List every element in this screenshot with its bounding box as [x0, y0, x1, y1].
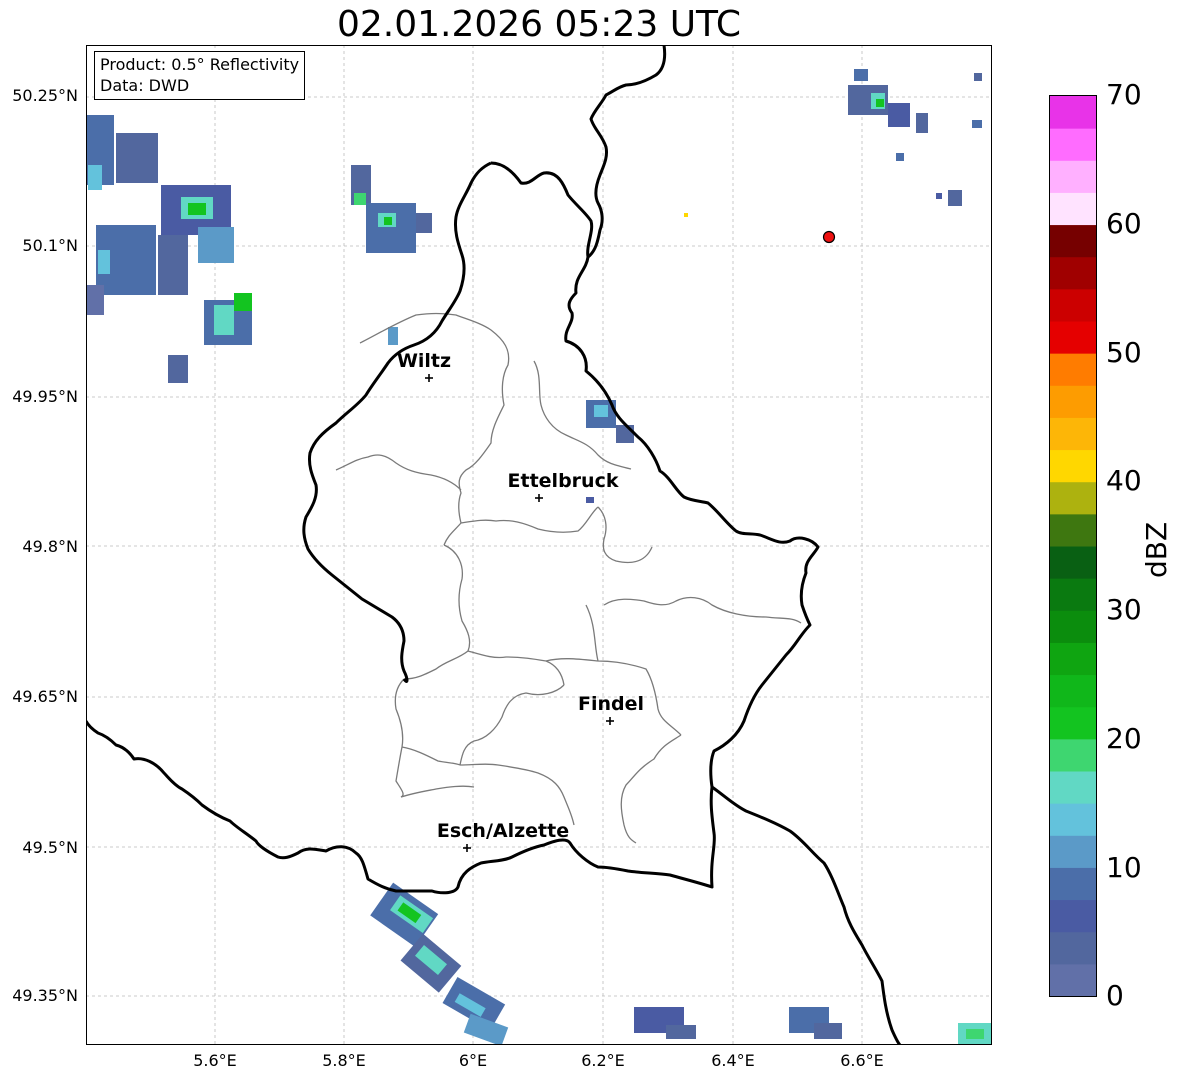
lon-label: 6.2°E: [581, 1051, 625, 1070]
colorbar-tick: 50: [1106, 336, 1142, 369]
city-label-esch: Esch/Alzette: [436, 820, 570, 842]
lat-label: 49.35°N: [12, 986, 78, 1005]
echo-cluster-south: [370, 882, 509, 1045]
radar-map[interactable]: [86, 45, 992, 1045]
germany-border-north: [587, 45, 667, 259]
colorbar-swatch: [1050, 449, 1096, 483]
map-title: 02.01.2026 05:23 UTC: [336, 4, 742, 45]
map-canvas: [86, 45, 992, 1045]
colorbar-swatch: [1050, 417, 1096, 451]
colorbar-tick: 70: [1106, 78, 1142, 111]
data-source-text: Data: DWD: [100, 76, 190, 95]
colorbar-tick: 20: [1106, 722, 1142, 755]
colorbar-swatch: [1050, 674, 1096, 708]
colorbar-swatch: [1050, 192, 1096, 226]
colorbar-swatch: [1050, 160, 1096, 193]
colorbar: [1049, 95, 1097, 997]
germany-border-south: [711, 785, 902, 1045]
colorbar-swatch: [1050, 256, 1096, 290]
colorbar-swatch: [1050, 610, 1096, 643]
colorbar-tick: 60: [1106, 207, 1142, 240]
colorbar-swatch: [1050, 578, 1096, 611]
colorbar-label: dBZ: [1140, 521, 1173, 578]
lon-label: 5.8°E: [322, 1051, 366, 1070]
echo-cluster-northeast: [848, 69, 982, 206]
colorbar-tick: 0: [1106, 979, 1124, 1012]
colorbar-tick: 40: [1106, 464, 1142, 497]
radar-site-marker: [822, 230, 836, 244]
colorbar-swatch: [1050, 321, 1096, 354]
city-label-wiltz: Wiltz: [396, 350, 452, 372]
esch-marker: [463, 844, 471, 852]
echo-cluster-north: [351, 165, 432, 345]
radar-echoes: [86, 69, 992, 1045]
colorbar-swatch: [1050, 128, 1096, 161]
product-text: Product: 0.5° Reflectivity: [100, 55, 300, 74]
colorbar-swatch: [1050, 867, 1096, 901]
colorbar-swatch: [1050, 96, 1096, 129]
colorbar-swatch: [1050, 963, 1096, 997]
colorbar-swatch: [1050, 738, 1096, 772]
lon-label: 6°E: [458, 1051, 488, 1070]
lon-label: 6.6°E: [840, 1051, 884, 1070]
lat-label: 49.65°N: [12, 687, 78, 706]
echo-cluster-southeast: [634, 213, 992, 1045]
lon-label: 6.4°E: [711, 1051, 755, 1070]
colorbar-swatch: [1050, 771, 1096, 804]
colorbar-swatch: [1050, 288, 1096, 322]
product-info-box: Product: 0.5° Reflectivity Data: DWD: [94, 51, 306, 100]
lat-label: 49.5°N: [22, 838, 78, 857]
colorbar-swatch: [1050, 835, 1096, 868]
city-label-ettelbruck: Ettelbruck: [507, 470, 619, 492]
colorbar-swatch: [1050, 353, 1096, 386]
luxembourg-border: [86, 161, 820, 895]
colorbar-swatch: [1050, 385, 1096, 418]
ettelbruck-marker: [535, 494, 543, 502]
colorbar-swatch: [1050, 481, 1096, 515]
echo-cluster-northwest: [86, 115, 252, 383]
findel-marker: [606, 717, 614, 725]
canton-boundaries: [335, 312, 802, 844]
colorbar-swatch: [1050, 513, 1096, 547]
city-label-findel: Findel: [577, 693, 645, 715]
city-markers: [425, 374, 614, 852]
lat-label: 50.1°N: [22, 236, 78, 255]
colorbar-swatch: [1050, 706, 1096, 740]
lon-label: 5.6°E: [193, 1051, 237, 1070]
colorbar-tick: 10: [1106, 851, 1142, 884]
lat-label: 49.8°N: [22, 537, 78, 556]
wiltz-marker: [425, 374, 433, 382]
colorbar-swatch: [1050, 642, 1096, 676]
colorbar-swatch: [1050, 931, 1096, 965]
colorbar-swatch: [1050, 546, 1096, 579]
colorbar-swatch: [1050, 224, 1096, 258]
colorbar-tick: 30: [1106, 593, 1142, 626]
colorbar-swatch: [1050, 803, 1096, 836]
lat-label: 50.25°N: [12, 86, 78, 105]
lat-label: 49.95°N: [12, 387, 78, 406]
colorbar-swatch: [1050, 899, 1096, 933]
